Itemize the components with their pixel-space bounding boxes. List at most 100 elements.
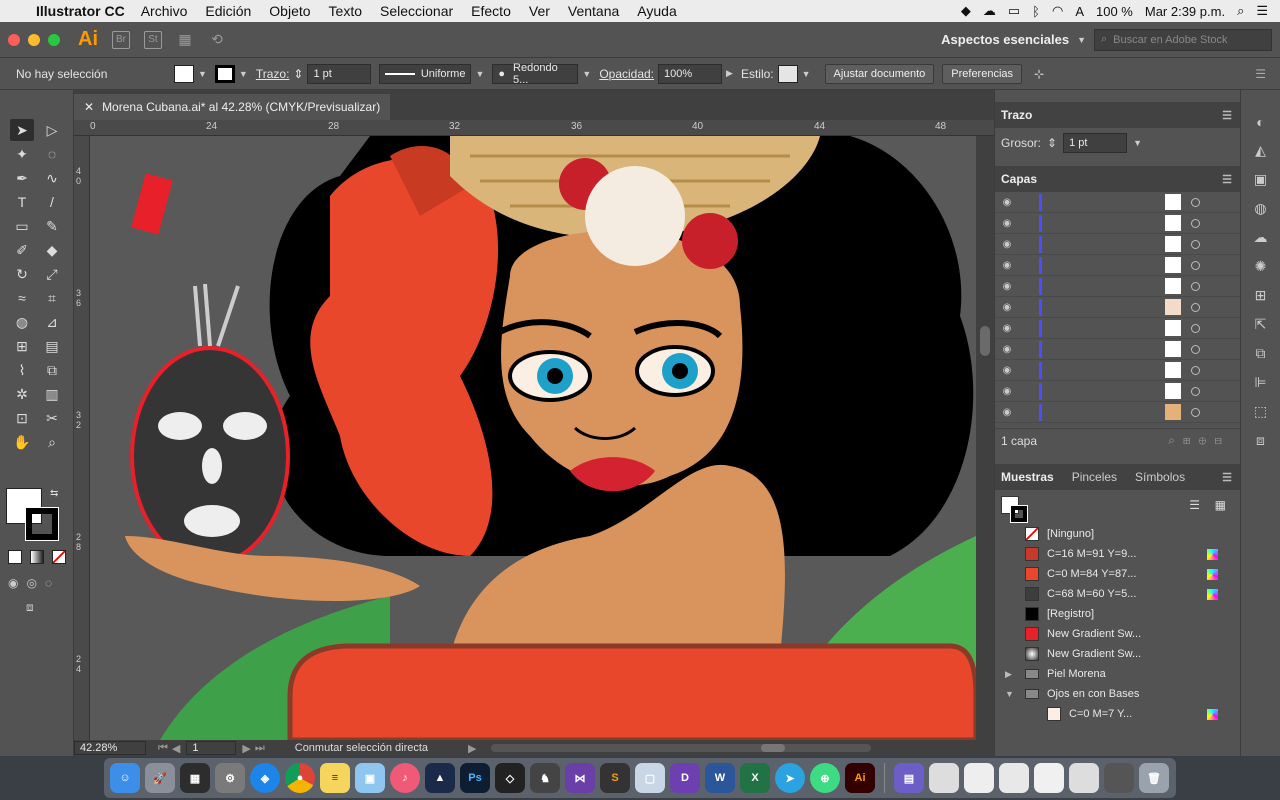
paintbrush-icon[interactable]: ✎: [40, 215, 64, 237]
swatch-group-row[interactable]: ▶ Piel Morena: [995, 664, 1240, 684]
arrange-documents-icon[interactable]: ▦: [176, 31, 194, 49]
horizontal-scrollbar[interactable]: [490, 744, 871, 752]
eye-icon[interactable]: ◉: [995, 365, 1019, 376]
artboard-canvas[interactable]: [90, 136, 976, 740]
document-thumbnail-icon[interactable]: [999, 763, 1029, 793]
slice-tool-icon[interactable]: ✂: [40, 407, 64, 429]
swatch-row[interactable]: New Gradient Sw...: [995, 624, 1240, 644]
swatch-row[interactable]: [Registro]: [995, 604, 1240, 624]
wifi-icon[interactable]: ◠: [1052, 3, 1063, 19]
direct-selection-tool-icon[interactable]: ▷: [40, 119, 64, 141]
transform-icon[interactable]: ⊹: [1034, 67, 1044, 81]
eye-icon[interactable]: ◉: [995, 239, 1019, 250]
selection-tool-icon[interactable]: ➤: [10, 119, 34, 141]
chevron-down-icon[interactable]: ▼: [582, 69, 591, 79]
column-graph-icon[interactable]: ▥: [40, 383, 64, 405]
airplay-icon[interactable]: ▭: [1008, 3, 1020, 19]
draw-inside-icon[interactable]: ◌: [45, 576, 52, 590]
brush-select[interactable]: ● Redondo 5...: [492, 62, 579, 86]
document-thumbnail-icon[interactable]: [964, 763, 994, 793]
tab-pinceles[interactable]: Pinceles: [1072, 470, 1117, 484]
stack-icon[interactable]: ▤: [894, 763, 924, 793]
box-icon[interactable]: ▢: [635, 763, 665, 793]
sublime-icon[interactable]: S: [600, 763, 630, 793]
zoom-window-icon[interactable]: [48, 33, 60, 46]
dropbox-icon[interactable]: ◆: [961, 3, 971, 19]
layers-list[interactable]: ◉ ◉ ◉ ◉ ◉ ◉ ◉ ◉ ◉ ◉ ◉: [995, 192, 1240, 428]
perspective-grid-icon[interactable]: ⊿: [40, 311, 64, 333]
properties-icon[interactable]: ✺: [1255, 258, 1267, 275]
document-thumbnail-icon[interactable]: [929, 763, 959, 793]
layers-panel-header[interactable]: Capas ☰: [995, 166, 1240, 192]
tableplus-icon[interactable]: ♞: [530, 763, 560, 793]
vertical-scrollbar[interactable]: [976, 136, 994, 740]
chevron-down-icon[interactable]: ▼: [475, 69, 484, 79]
transform-panel-icon[interactable]: ⬚: [1254, 403, 1267, 420]
affinity-icon[interactable]: ▲: [425, 763, 455, 793]
menu-efecto[interactable]: Efecto: [471, 3, 511, 19]
curvature-tool-icon[interactable]: ∿: [40, 167, 64, 189]
panel-menu-icon[interactable]: ☰: [1222, 109, 1232, 122]
opacity-field[interactable]: 100%: [658, 63, 723, 84]
eye-icon[interactable]: ◉: [995, 302, 1019, 313]
vertical-ruler[interactable]: 4 0 3 6 3 2 2 8 2 4: [74, 136, 90, 740]
document-thumbnail-icon[interactable]: [1104, 763, 1134, 793]
swatch-row[interactable]: C=68 M=60 Y=5...: [995, 584, 1240, 604]
chevron-down-icon[interactable]: ▼: [198, 69, 207, 79]
eye-icon[interactable]: ◉: [995, 386, 1019, 397]
gradient-tool-icon[interactable]: ▤: [40, 335, 64, 357]
layer-row[interactable]: ◉: [995, 402, 1240, 423]
swatch-list[interactable]: [Ninguno] C=16 M=91 Y=9... C=0 M=84 Y=87…: [995, 524, 1240, 724]
close-window-icon[interactable]: [8, 33, 20, 46]
chevron-down-icon[interactable]: ▼: [1077, 35, 1086, 45]
libraries-icon[interactable]: ☁: [1254, 229, 1268, 246]
chrome-icon[interactable]: ●: [285, 763, 315, 793]
stepper-icon[interactable]: ⇕: [293, 67, 303, 81]
screen-mode-icon[interactable]: ⧈: [26, 600, 34, 615]
appearance-icon[interactable]: ◍: [1254, 200, 1266, 217]
zoom-tool-icon[interactable]: ⌕: [40, 431, 64, 453]
color-panel-icon[interactable]: ◐: [1256, 114, 1264, 130]
eye-icon[interactable]: ◉: [995, 218, 1019, 229]
stock-search-input[interactable]: ⌕ Buscar en Adobe Stock: [1094, 28, 1272, 51]
eyedropper-icon[interactable]: ⌇: [10, 359, 34, 381]
android-icon[interactable]: ⊕: [810, 763, 840, 793]
panel-menu-icon[interactable]: ☰: [1255, 67, 1266, 81]
panel-menu-icon[interactable]: ☰: [1222, 471, 1232, 484]
layer-row[interactable]: ◉: [995, 276, 1240, 297]
swatch-row[interactable]: [Ninguno]: [995, 524, 1240, 544]
chevron-down-icon[interactable]: ▼: [239, 69, 248, 79]
swatch-row[interactable]: New Gradient Sw...: [995, 644, 1240, 664]
photoshop-icon[interactable]: Ps: [460, 763, 490, 793]
swatch-row[interactable]: C=0 M=84 Y=87...: [995, 564, 1240, 584]
safari-icon[interactable]: ◈: [250, 763, 280, 793]
document-thumbnail-icon[interactable]: [1069, 763, 1099, 793]
app-menu[interactable]: Illustrator CC: [36, 3, 125, 19]
trash-icon[interactable]: 🗑: [1139, 763, 1169, 793]
stroke-swatch[interactable]: [214, 64, 235, 83]
menu-objeto[interactable]: Objeto: [269, 3, 310, 19]
scroll-thumb[interactable]: [980, 326, 990, 356]
none-mode-icon[interactable]: [52, 550, 66, 564]
next-artboard-icon[interactable]: ▶: [242, 742, 250, 755]
layer-actions-icon[interactable]: ⌕⊞⊕⊟: [1168, 433, 1230, 448]
menu-seleccionar[interactable]: Seleccionar: [380, 3, 453, 19]
stroke-swatch-indicator[interactable]: [1010, 505, 1028, 523]
spotlight-icon[interactable]: ⌕: [1237, 3, 1244, 19]
illustrator-icon[interactable]: Ai: [845, 763, 875, 793]
rotate-tool-icon[interactable]: ↻: [10, 263, 34, 285]
swatch-row[interactable]: C=0 M=7 Y...: [995, 704, 1240, 724]
fill-swatch[interactable]: [174, 64, 194, 83]
sysprefs-icon[interactable]: ⚙: [215, 763, 245, 793]
menu-texto[interactable]: Texto: [329, 3, 362, 19]
links-icon[interactable]: ⧉: [1256, 345, 1266, 362]
chevron-down-icon[interactable]: ▼: [1133, 138, 1142, 148]
type-tool-icon[interactable]: T: [10, 191, 34, 213]
eraser-icon[interactable]: ◆: [40, 239, 64, 261]
tab-muestras[interactable]: Muestras: [1001, 470, 1054, 484]
symbol-sprayer-icon[interactable]: ✲: [10, 383, 34, 405]
document-thumbnail-icon[interactable]: [1034, 763, 1064, 793]
graphic-styles-icon[interactable]: ⊞: [1255, 287, 1267, 304]
artboard-number-field[interactable]: 1: [186, 741, 237, 755]
list-view-icon[interactable]: ☰: [1189, 498, 1200, 512]
